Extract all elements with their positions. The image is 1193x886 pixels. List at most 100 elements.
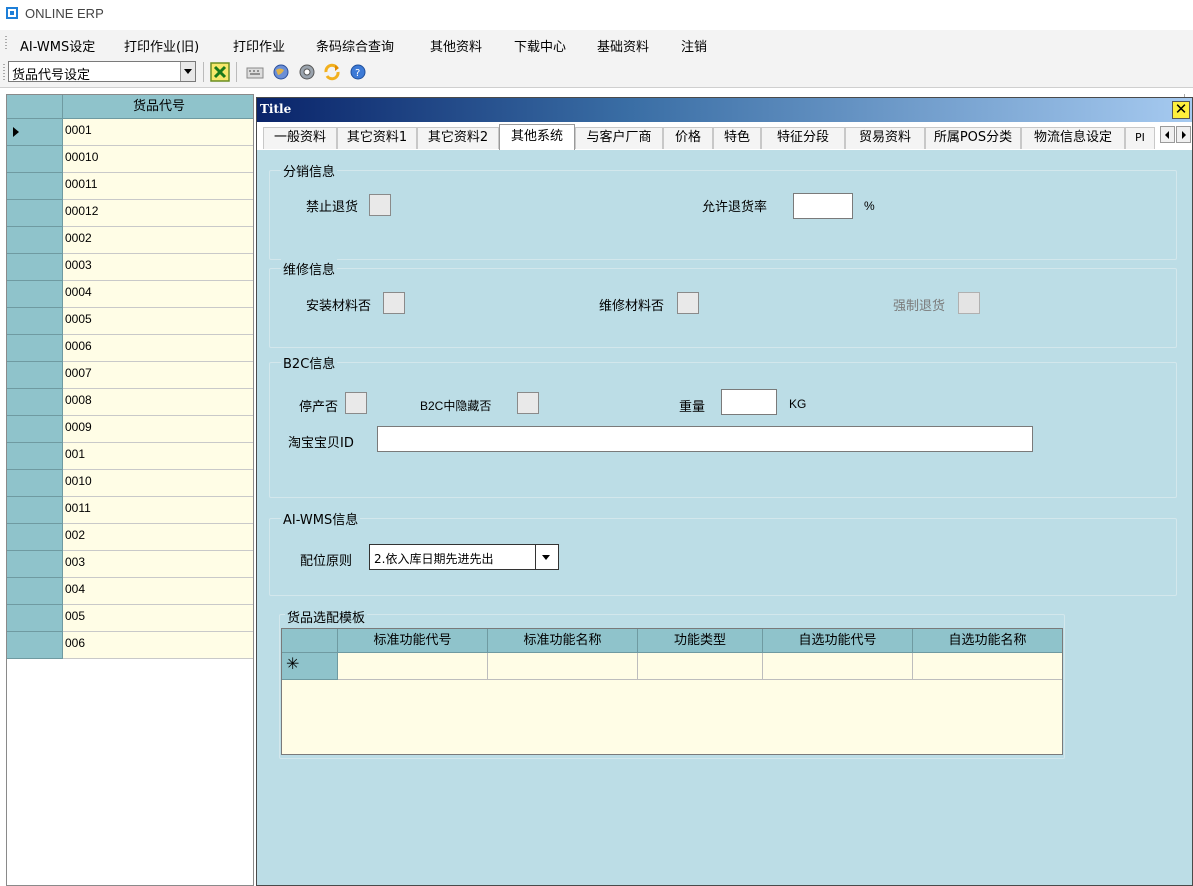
row-indicator[interactable]: [7, 605, 63, 632]
row-indicator[interactable]: [7, 119, 63, 146]
new-row-cell[interactable]: [763, 653, 913, 680]
table-row[interactable]: 00010: [7, 146, 253, 173]
repair-material-checkbox[interactable]: [677, 292, 699, 314]
row-indicator[interactable]: [7, 416, 63, 443]
row-indicator[interactable]: [7, 173, 63, 200]
taobao-id-input[interactable]: [377, 426, 1033, 452]
table-row[interactable]: 006: [7, 632, 253, 659]
row-indicator[interactable]: [7, 524, 63, 551]
product-code-cell[interactable]: 0004: [63, 281, 253, 308]
table-row[interactable]: 0005: [7, 308, 253, 335]
table-row[interactable]: 00011: [7, 173, 253, 200]
product-code-cell[interactable]: 006: [63, 632, 253, 659]
tab-features[interactable]: 特色: [713, 127, 761, 149]
column-std-function-name[interactable]: 标准功能名称: [488, 629, 638, 653]
weight-input[interactable]: [721, 389, 777, 415]
table-row[interactable]: 0007: [7, 362, 253, 389]
menu-barcode-query[interactable]: 条码综合查询: [316, 36, 394, 55]
refresh-icon[interactable]: [322, 62, 342, 82]
module-combo[interactable]: 货品代号设定: [8, 61, 196, 83]
row-indicator[interactable]: [7, 470, 63, 497]
table-row[interactable]: 0006: [7, 335, 253, 362]
chevron-down-icon[interactable]: [180, 62, 195, 81]
table-row[interactable]: 00012: [7, 200, 253, 227]
table-row[interactable]: 0001: [7, 119, 253, 146]
table-row[interactable]: 004: [7, 578, 253, 605]
table-row[interactable]: 0003: [7, 254, 253, 281]
placement-select[interactable]: 2.依入库日期先进先出: [369, 544, 559, 570]
product-code-cell[interactable]: 0002: [63, 227, 253, 254]
tab-other-data-2[interactable]: 其它资料2: [417, 127, 499, 149]
column-std-function-code[interactable]: 标准功能代号: [338, 629, 488, 653]
new-row-cell[interactable]: [913, 653, 1062, 680]
row-indicator[interactable]: [7, 308, 63, 335]
row-indicator[interactable]: [7, 254, 63, 281]
tab-pi[interactable]: PI: [1125, 127, 1155, 149]
tab-pos-category[interactable]: 所属POS分类: [925, 127, 1021, 149]
tab-other-data-1[interactable]: 其它资料1: [337, 127, 417, 149]
table-row[interactable]: 0009: [7, 416, 253, 443]
table-row[interactable]: 003: [7, 551, 253, 578]
row-indicator[interactable]: [7, 281, 63, 308]
tab-customer-vendor[interactable]: 与客户厂商: [575, 127, 663, 149]
discontinued-checkbox[interactable]: [345, 392, 367, 414]
help-icon[interactable]: ?: [348, 62, 368, 82]
keyboard-icon[interactable]: [245, 62, 265, 82]
product-code-cell[interactable]: 0010: [63, 470, 253, 497]
row-indicator[interactable]: [7, 335, 63, 362]
row-indicator[interactable]: [7, 551, 63, 578]
product-code-cell[interactable]: 00010: [63, 146, 253, 173]
chevron-left-icon[interactable]: [1160, 126, 1175, 143]
allow-return-rate-input[interactable]: [793, 193, 853, 219]
product-code-cell[interactable]: 002: [63, 524, 253, 551]
close-icon[interactable]: [210, 62, 230, 82]
product-code-cell[interactable]: 0001: [63, 119, 253, 146]
chevron-right-icon[interactable]: [1176, 126, 1191, 143]
column-opt-function-name[interactable]: 自选功能名称: [913, 629, 1062, 653]
product-code-cell[interactable]: 00011: [63, 173, 253, 200]
product-code-cell[interactable]: 0006: [63, 335, 253, 362]
table-row[interactable]: 0008: [7, 389, 253, 416]
globe-icon[interactable]: [271, 62, 291, 82]
product-code-cell[interactable]: 0009: [63, 416, 253, 443]
new-row-cell[interactable]: [488, 653, 638, 680]
menu-other-data[interactable]: 其他资料: [430, 36, 482, 55]
table-row[interactable]: 002: [7, 524, 253, 551]
tab-trade-data[interactable]: 贸易资料: [845, 127, 925, 149]
table-row[interactable]: 001: [7, 443, 253, 470]
row-indicator[interactable]: [7, 389, 63, 416]
row-indicator[interactable]: [7, 146, 63, 173]
row-indicator[interactable]: [7, 227, 63, 254]
table-row[interactable]: 005: [7, 605, 253, 632]
menu-print[interactable]: 打印作业: [233, 36, 285, 55]
table-row[interactable]: 0011: [7, 497, 253, 524]
product-code-cell[interactable]: 0011: [63, 497, 253, 524]
close-icon[interactable]: ✕: [1172, 101, 1190, 119]
row-indicator[interactable]: [7, 200, 63, 227]
new-row-indicator[interactable]: ✳: [282, 653, 338, 680]
row-indicator[interactable]: [7, 497, 63, 524]
product-code-cell[interactable]: 0003: [63, 254, 253, 281]
tab-other-systems[interactable]: 其他系统: [499, 124, 575, 150]
tab-logistics-settings[interactable]: 物流信息设定: [1021, 127, 1125, 149]
menu-basic-data[interactable]: 基础资料: [597, 36, 649, 55]
menu-logout[interactable]: 注销: [681, 36, 707, 55]
install-material-checkbox[interactable]: [383, 292, 405, 314]
menu-ai-wms[interactable]: AI-WMS设定: [20, 36, 95, 55]
column-function-type[interactable]: 功能类型: [638, 629, 763, 653]
product-code-cell[interactable]: 005: [63, 605, 253, 632]
new-row-cell[interactable]: [638, 653, 763, 680]
row-indicator[interactable]: [7, 632, 63, 659]
menu-print-old[interactable]: 打印作业(旧): [124, 36, 199, 55]
product-code-cell[interactable]: 004: [63, 578, 253, 605]
product-code-cell[interactable]: 0008: [63, 389, 253, 416]
product-code-cell[interactable]: 00012: [63, 200, 253, 227]
chevron-down-icon[interactable]: [535, 545, 558, 569]
table-row[interactable]: 0004: [7, 281, 253, 308]
product-code-cell[interactable]: 0007: [63, 362, 253, 389]
b2c-hidden-checkbox[interactable]: [517, 392, 539, 414]
table-row[interactable]: 0010: [7, 470, 253, 497]
tab-price[interactable]: 价格: [663, 127, 713, 149]
product-code-cell[interactable]: 001: [63, 443, 253, 470]
grid-header-product-code[interactable]: 货品代号: [63, 95, 253, 119]
